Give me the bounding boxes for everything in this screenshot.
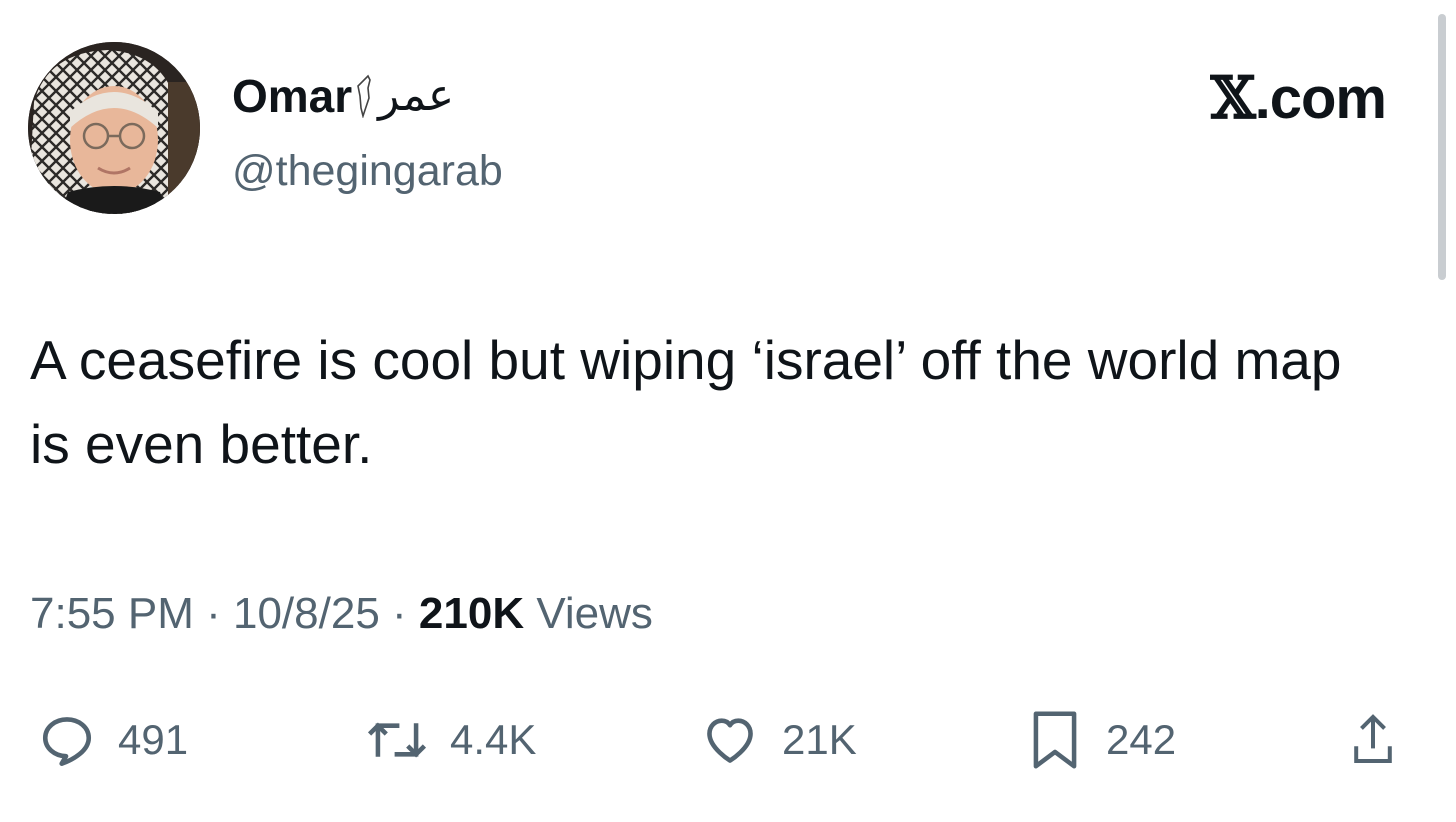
- heart-icon: [707, 718, 753, 763]
- views-count: 210K: [418, 589, 525, 638]
- x-logo-icon: 𝕏: [1210, 64, 1256, 132]
- share-icon: [1354, 714, 1392, 763]
- author-name-latin: Omar: [232, 70, 353, 122]
- tweet-text: A ceasefire is cool but wiping ‘israel’ …: [30, 329, 1342, 475]
- brand-domain: .com: [1254, 66, 1387, 131]
- bookmark-count: 242: [1106, 716, 1177, 763]
- tweet-meta: 7:55 PM · 10/8/25 · 210K Views: [30, 588, 653, 640]
- tweet-date[interactable]: 10/8/25: [233, 589, 380, 638]
- views-label: Views: [524, 589, 653, 638]
- brand-logo: 𝕏.com: [1210, 64, 1387, 132]
- palestine-map-icon: [357, 74, 372, 118]
- share-button[interactable]: [1352, 700, 1394, 780]
- repost-button[interactable]: 4.4K: [366, 700, 536, 780]
- like-button[interactable]: 21K: [700, 700, 857, 780]
- repost-count: 4.4K: [450, 716, 537, 763]
- avatar-image: [28, 42, 200, 214]
- bookmark-button[interactable]: 242: [1026, 700, 1176, 780]
- author-handle[interactable]: @thegingarab: [232, 146, 503, 196]
- reply-count: 491: [118, 716, 189, 763]
- meta-separator: ·: [193, 589, 233, 638]
- reply-icon: [42, 717, 92, 766]
- meta-separator: ·: [379, 589, 419, 638]
- action-bar: 491 4.4K 21K 242: [0, 700, 1456, 780]
- bookmark-icon: [1033, 711, 1077, 769]
- author-name-arabic: عمر: [378, 70, 455, 121]
- author-name[interactable]: Omar عمر: [232, 70, 454, 122]
- repost-icon: [367, 722, 427, 758]
- tweet-card: Omar عمر @thegingarab 𝕏.com A ceasefire …: [0, 0, 1456, 822]
- scrollbar[interactable]: [1438, 14, 1446, 280]
- reply-button[interactable]: 491: [38, 700, 188, 780]
- avatar[interactable]: [28, 42, 200, 214]
- like-count: 21K: [782, 716, 857, 763]
- tweet-time[interactable]: 7:55 PM: [30, 589, 194, 638]
